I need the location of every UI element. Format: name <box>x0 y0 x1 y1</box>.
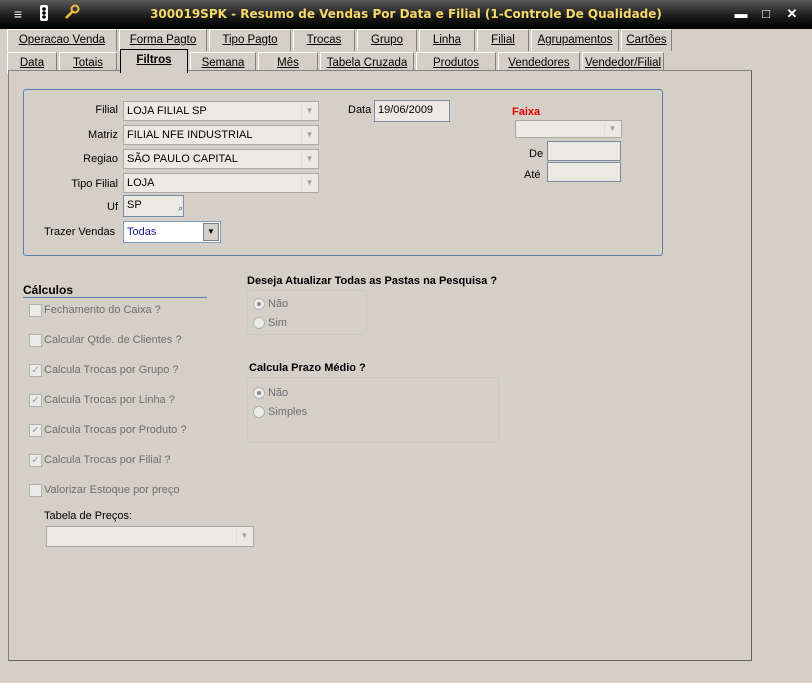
uf-value: SP <box>127 199 142 211</box>
calculo-checkbox[interactable]: ✓ <box>29 454 42 467</box>
calculo-label: Calcula Trocas por Produto ? <box>44 424 187 436</box>
regiao-label: Regiao <box>83 153 118 165</box>
tab-operacao-venda[interactable]: Operacao Venda <box>7 29 117 51</box>
atualizar-sim-label: Sim <box>268 317 287 329</box>
tipo-filial-value: LOJA <box>127 177 155 189</box>
atualizar-nao-radio[interactable] <box>253 298 265 310</box>
atualizar-pastas-group <box>247 290 367 335</box>
prazo-nao-label: Não <box>268 387 289 399</box>
uf-field[interactable]: SP ⌕ <box>123 195 184 217</box>
calculo-checkbox[interactable]: ✓ <box>29 364 42 377</box>
calculo-label: Calcular Qtde. de Clientes ? <box>44 334 182 346</box>
calculo-label: Calcula Trocas por Linha ? <box>44 394 175 406</box>
chevron-down-icon[interactable]: ▼ <box>604 122 620 136</box>
ate-field[interactable] <box>547 162 621 182</box>
faixa-label: Faixa <box>512 106 541 118</box>
chevron-down-icon[interactable]: ▼ <box>301 175 317 191</box>
trazer-vendas-value: Todas <box>127 226 157 238</box>
calculo-checkbox[interactable] <box>29 334 42 347</box>
de-field[interactable] <box>547 141 621 161</box>
tab-grupo[interactable]: Grupo <box>357 29 417 51</box>
tabela-precos-select[interactable]: ▼ <box>46 526 254 547</box>
calculo-checkbox[interactable]: ✓ <box>29 394 42 407</box>
data-label: Data <box>348 104 372 116</box>
uf-label: Uf <box>107 201 118 213</box>
calculo-checkbox[interactable]: ✓ <box>29 424 42 437</box>
matriz-value: FILIAL NFE INDUSTRIAL <box>127 129 253 141</box>
calculos-title: Cálculos <box>23 283 74 297</box>
chevron-down-icon[interactable]: ▼ <box>203 223 219 241</box>
prazo-simples-label: Simples <box>268 406 308 418</box>
tab-linha[interactable]: Linha <box>419 29 475 51</box>
tab-agrupamentos[interactable]: Agrupamentos <box>531 29 619 51</box>
filial-label: Filial <box>95 104 118 116</box>
atualizar-pastas-question: Deseja Atualizar Todas as Pastas na Pesq… <box>247 275 498 287</box>
tipo-filial-label: Tipo Filial <box>71 178 118 190</box>
trazer-vendas-select[interactable]: Todas ▼ <box>123 221 221 243</box>
chevron-down-icon[interactable]: ▼ <box>301 151 317 167</box>
calculos-divider <box>23 297 207 298</box>
filial-select[interactable]: LOJA FILIAL SP ▼ <box>123 101 319 121</box>
calculo-label: Calcula Trocas por Filial ? <box>44 454 171 466</box>
calculo-label: Calcula Trocas por Grupo ? <box>44 364 179 376</box>
trazer-vendas-label: Trazer Vendas <box>44 226 116 238</box>
calculo-checkbox[interactable] <box>29 304 42 317</box>
chevron-down-icon[interactable]: ▼ <box>236 528 252 544</box>
ate-label: Até <box>524 169 541 181</box>
tab-filial[interactable]: Filial <box>477 29 529 51</box>
matriz-select[interactable]: FILIAL NFE INDUSTRIAL ▼ <box>123 125 319 145</box>
atualizar-sim-radio[interactable] <box>253 317 265 329</box>
calculo-checkbox[interactable] <box>29 484 42 497</box>
title-bar: ≡ 300019SPK - Resumo de Vendas Por Data … <box>0 0 812 29</box>
matriz-label: Matriz <box>88 129 118 141</box>
tab-filtros[interactable]: Filtros <box>120 49 188 73</box>
atualizar-nao-label: Não <box>268 298 289 310</box>
faixa-select[interactable]: ▼ <box>515 120 622 138</box>
prazo-simples-radio[interactable] <box>253 406 265 418</box>
search-icon[interactable]: ⌕ <box>178 199 183 217</box>
minimize-button[interactable]: ▬ <box>731 6 751 22</box>
prazo-nao-radio[interactable] <box>253 387 265 399</box>
tabela-precos-label: Tabela de Preços: <box>44 510 133 522</box>
maximize-button[interactable]: □ <box>756 6 776 22</box>
tab-cartoes[interactable]: Cartões <box>621 29 672 51</box>
data-field[interactable]: 19/06/2009 <box>374 100 450 122</box>
regiao-value: SÃO PAULO CAPITAL <box>127 153 238 165</box>
tab-tipo-pagto[interactable]: Tipo Pagto <box>209 29 291 51</box>
chevron-down-icon[interactable]: ▼ <box>301 127 317 143</box>
tab-trocas[interactable]: Trocas <box>293 29 355 51</box>
calculo-label: Fechamento do Caixa ? <box>44 304 161 316</box>
window-title: 300019SPK - Resumo de Vendas Por Data e … <box>150 7 662 21</box>
calculo-label: Valorizar Estoque por preço <box>44 484 180 496</box>
regiao-select[interactable]: SÃO PAULO CAPITAL ▼ <box>123 149 319 169</box>
de-label: De <box>529 148 544 160</box>
tipo-filial-select[interactable]: LOJA ▼ <box>123 173 319 193</box>
prazo-medio-question: Calcula Prazo Médio ? <box>249 362 366 374</box>
filial-value: LOJA FILIAL SP <box>127 105 207 117</box>
chevron-down-icon[interactable]: ▼ <box>301 103 317 119</box>
tab-forma-pagto[interactable]: Forma Pagto <box>119 29 207 51</box>
close-button[interactable]: ✕ <box>782 6 802 22</box>
